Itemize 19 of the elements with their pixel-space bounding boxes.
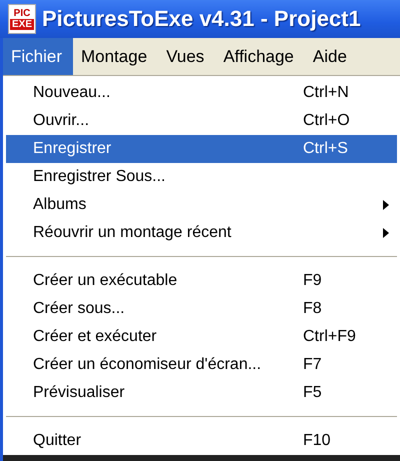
menu-item[interactable]: Quitter F10 (6, 427, 397, 455)
menu-item[interactable]: Albums (6, 191, 397, 219)
menu-bar-item[interactable]: Vues (158, 38, 216, 75)
menu-item[interactable]: Créer un économiseur d'écran... F7 (6, 351, 397, 379)
menu-item[interactable]: Enregistrer Ctrl+S (6, 135, 397, 163)
menu-item[interactable]: Enregistrer Sous... (6, 163, 397, 191)
menu-item[interactable]: Créer et exécuter Ctrl+F9 (6, 323, 397, 351)
app-icon: PIC EXE (8, 4, 36, 34)
menu-item[interactable]: Ouvrir... Ctrl+O (6, 107, 397, 135)
menu-item[interactable]: Prévisualiser F5 (6, 379, 397, 407)
menu-item[interactable]: Créer sous... F8 (6, 295, 397, 323)
menu-item[interactable]: Réouvrir un montage récent (6, 219, 397, 247)
menu-item[interactable]: Créer un exécutable F9 (6, 267, 397, 295)
menu-bar-item[interactable]: Aide (304, 38, 358, 75)
window-title: PicturesToExe v4.31 - Project1 (42, 6, 361, 32)
menu-bar-item[interactable]: Affichage (215, 38, 305, 75)
menu-bar-item[interactable]: Fichier (3, 38, 74, 75)
menu-bar-item[interactable]: Montage (73, 38, 158, 75)
menu-item[interactable]: Nouveau... Ctrl+N (6, 79, 397, 107)
